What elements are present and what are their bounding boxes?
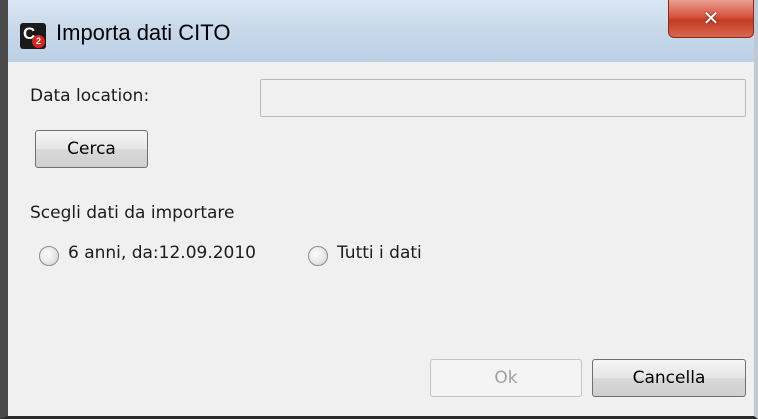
ok-button[interactable]: Ok [430, 359, 582, 397]
data-location-field[interactable] [260, 79, 746, 117]
app-logo-digit: 2 [32, 35, 45, 48]
cancel-button[interactable]: Cancella [592, 359, 746, 397]
app-logo-icon: C 2 [20, 23, 46, 49]
window-title: Importa dati CITO [56, 20, 231, 45]
radio-six-years-label[interactable]: 6 anni, da:12.09.2010 [68, 243, 256, 263]
radio-six-years[interactable] [39, 246, 59, 266]
title-bar[interactable]: C 2 Importa dati CITO ✕ [8, 0, 754, 63]
search-button[interactable]: Cerca [35, 130, 148, 168]
dialog-content: Data location: Cerca Scegli dati da impo… [8, 62, 754, 416]
radio-all-data[interactable] [308, 246, 328, 266]
close-icon: ✕ [702, 6, 720, 30]
choose-data-label: Scegli dati da importare [30, 203, 235, 223]
import-dialog: C 2 Importa dati CITO ✕ Data location: C… [0, 0, 758, 419]
close-button[interactable]: ✕ [668, 0, 754, 38]
data-location-label: Data location: [30, 86, 150, 106]
radio-all-data-label[interactable]: Tutti i dati [337, 243, 422, 263]
